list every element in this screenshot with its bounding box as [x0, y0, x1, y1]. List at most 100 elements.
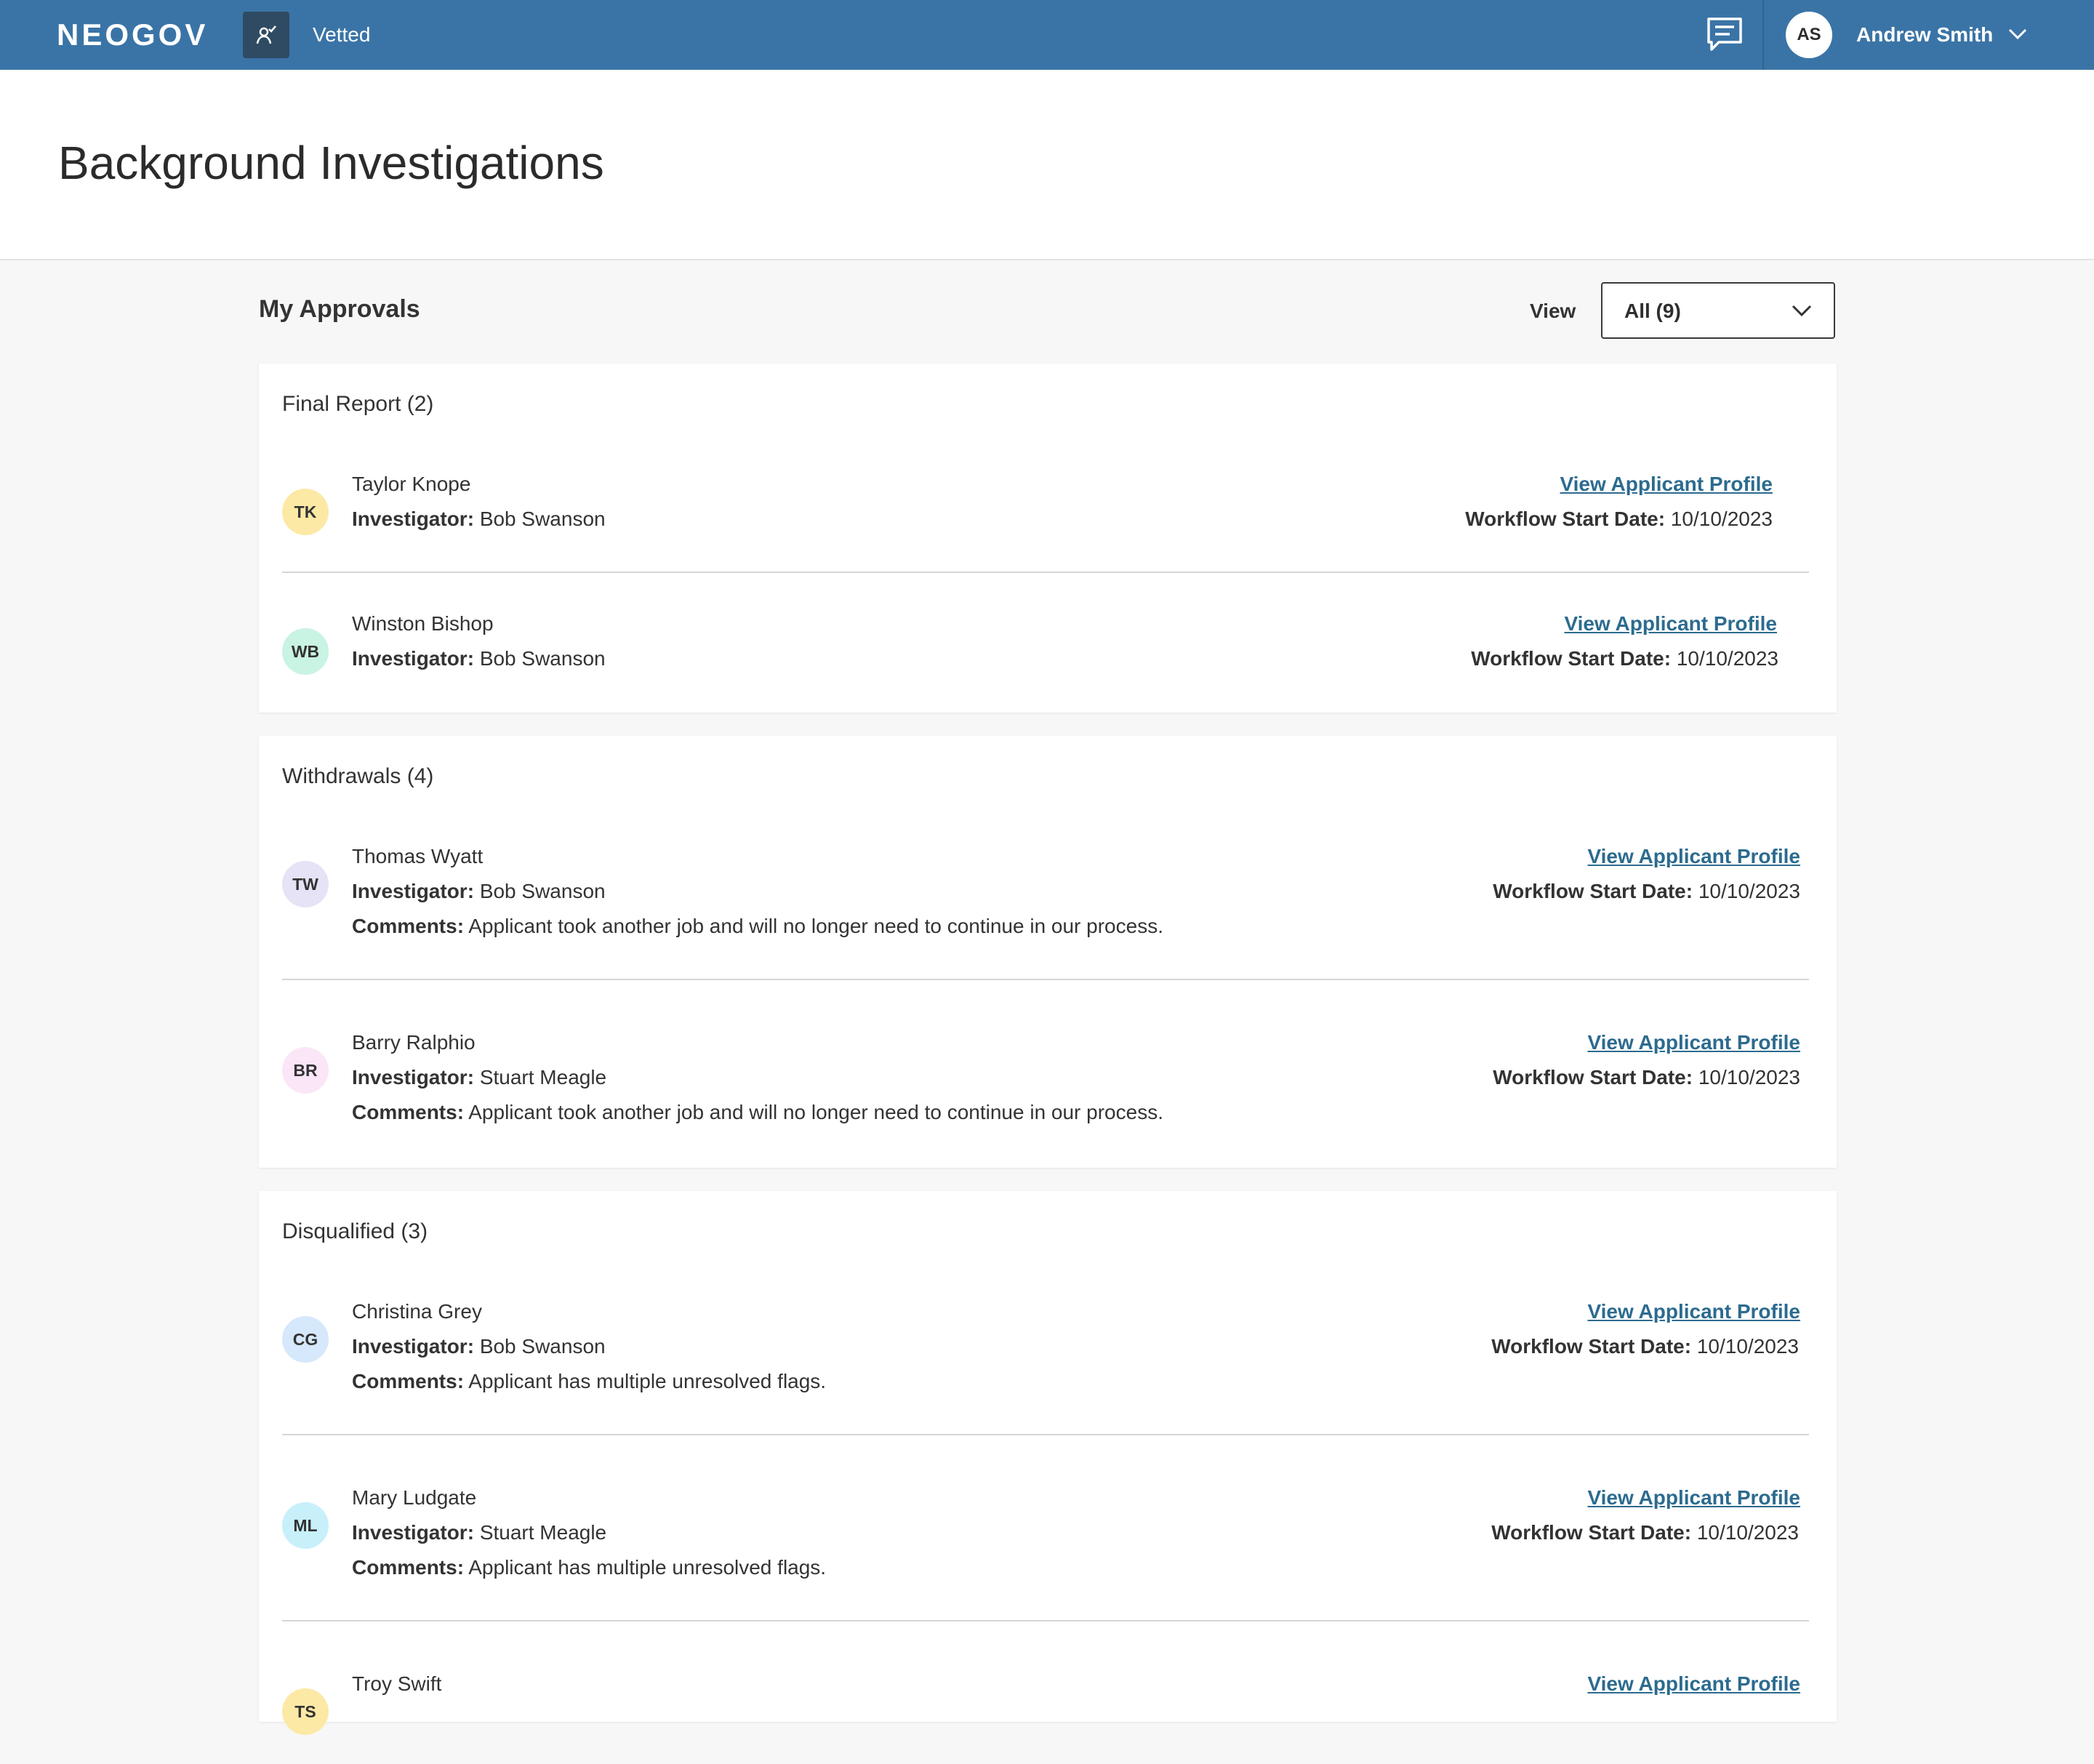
workflow-start-value: 10/10/2023	[1676, 647, 1778, 670]
list-item: TS Troy Swift View Applicant Profile	[259, 1669, 1837, 1764]
comments-label: Comments:	[352, 915, 465, 937]
applicant-avatar: TW	[282, 861, 329, 907]
neogov-logo[interactable]: NEOGOV	[57, 16, 208, 54]
applicant-name: Mary Ludgate	[352, 1486, 477, 1509]
item-divider	[282, 1620, 1809, 1621]
investigator-line: Investigator: Bob Swanson	[352, 1332, 606, 1361]
workflow-start-date: Workflow Start Date: 10/10/2023	[1491, 1332, 1799, 1361]
section-title: My Approvals	[259, 295, 420, 323]
comments-line: Comments: Applicant has multiple unresol…	[352, 1367, 826, 1396]
workflow-start-date: Workflow Start Date: 10/10/2023	[1491, 1518, 1799, 1547]
comments-text: Applicant took another job and will no l…	[468, 1101, 1163, 1123]
list-item: TK Taylor Knope Investigator: Bob Swanso…	[259, 470, 1837, 542]
view-applicant-profile-link[interactable]: View Applicant Profile	[1587, 842, 1800, 871]
user-menu-name[interactable]: Andrew Smith	[1856, 20, 1993, 49]
comments-text: Applicant has multiple unresolved flags.	[468, 1556, 827, 1579]
group-title: Final Report (2)	[282, 392, 434, 416]
item-divider	[282, 1434, 1809, 1435]
workflow-start-date: Workflow Start Date: 10/10/2023	[1471, 644, 1778, 673]
view-filter-select[interactable]: All (9)	[1601, 282, 1835, 339]
chat-icon[interactable]	[1706, 16, 1744, 54]
item-divider	[282, 979, 1809, 980]
chevron-down-icon[interactable]	[2008, 26, 2027, 46]
group-card-final-report: Final Report (2) TK Taylor Knope Investi…	[259, 364, 1837, 713]
page-title: Background Investigations	[58, 137, 604, 189]
applicant-avatar: CG	[282, 1316, 329, 1363]
group-title: Disqualified (3)	[282, 1219, 428, 1243]
workflow-start-date: Workflow Start Date: 10/10/2023	[1493, 877, 1800, 906]
view-applicant-profile-link[interactable]: View Applicant Profile	[1564, 609, 1777, 638]
applicant-avatar: TK	[282, 489, 329, 535]
item-divider	[282, 572, 1809, 573]
comments-label: Comments:	[352, 1370, 465, 1392]
investigator-name: Stuart Meagle	[479, 1066, 607, 1089]
investigator-name: Bob Swanson	[479, 508, 606, 530]
investigator-line: Investigator: Stuart Meagle	[352, 1063, 606, 1092]
group-card-disqualified: Disqualified (3) CG Christina Grey Inves…	[259, 1191, 1837, 1735]
applicant-name: Thomas Wyatt	[352, 845, 484, 867]
applicant-name: Winston Bishop	[352, 612, 494, 635]
applicant-name: Barry Ralphio	[352, 1031, 476, 1054]
comments-label: Comments:	[352, 1101, 465, 1123]
investigator-label: Investigator:	[352, 1066, 475, 1089]
view-applicant-profile-link[interactable]: View Applicant Profile	[1587, 1669, 1800, 1699]
workflow-start-value: 10/10/2023	[1698, 880, 1800, 902]
topbar-divider	[1762, 0, 1764, 70]
view-applicant-profile-link[interactable]: View Applicant Profile	[1560, 470, 1773, 499]
applicant-name: Taylor Knope	[352, 473, 471, 495]
workflow-start-label: Workflow Start Date:	[1493, 880, 1693, 902]
view-filter-value: All (9)	[1624, 300, 1681, 322]
investigator-name: Bob Swanson	[479, 647, 606, 670]
list-item: WB Winston Bishop Investigator: Bob Swan…	[259, 609, 1837, 682]
investigator-line: Investigator: Bob Swanson	[352, 877, 606, 906]
workflow-start-value: 10/10/2023	[1696, 1335, 1799, 1358]
applicant-avatar: TS	[282, 1688, 329, 1735]
workflow-start-date: Workflow Start Date: 10/10/2023	[1493, 1063, 1800, 1092]
list-item: TW Thomas Wyatt Investigator: Bob Swanso…	[259, 842, 1837, 937]
page-header: Background Investigations	[0, 70, 2094, 260]
view-applicant-profile-link[interactable]: View Applicant Profile	[1587, 1483, 1800, 1512]
workflow-start-label: Workflow Start Date:	[1471, 647, 1672, 670]
comments-text: Applicant took another job and will no l…	[468, 915, 1163, 937]
applicant-name: Christina Grey	[352, 1300, 482, 1323]
app-name: Vetted	[313, 23, 371, 46]
comments-label: Comments:	[352, 1556, 465, 1579]
person-check-icon	[256, 25, 276, 44]
investigator-label: Investigator:	[352, 880, 475, 902]
workflow-start-label: Workflow Start Date:	[1491, 1521, 1692, 1544]
investigator-name: Bob Swanson	[479, 1335, 606, 1358]
list-item: BR Barry Ralphio Investigator: Stuart Me…	[259, 1028, 1837, 1123]
investigator-label: Investigator:	[352, 1335, 475, 1358]
applicant-name: Troy Swift	[352, 1672, 442, 1695]
investigator-line: Investigator: Bob Swanson	[352, 505, 606, 534]
view-filter-label: View	[1530, 300, 1576, 322]
list-item: CG Christina Grey Investigator: Bob Swan…	[259, 1297, 1837, 1392]
workflow-start-label: Workflow Start Date:	[1465, 508, 1666, 530]
workflow-start-value: 10/10/2023	[1698, 1066, 1800, 1089]
list-item: ML Mary Ludgate Investigator: Stuart Mea…	[259, 1483, 1837, 1579]
workflow-start-label: Workflow Start Date:	[1491, 1335, 1692, 1358]
investigator-name: Bob Swanson	[479, 880, 606, 902]
investigator-label: Investigator:	[352, 647, 475, 670]
applicant-avatar: BR	[282, 1047, 329, 1094]
investigator-line: Investigator: Stuart Meagle	[352, 1518, 606, 1547]
view-applicant-profile-link[interactable]: View Applicant Profile	[1587, 1028, 1800, 1057]
comments-line: Comments: Applicant took another job and…	[352, 1098, 1163, 1127]
vetted-app-icon[interactable]	[243, 12, 289, 58]
view-applicant-profile-link[interactable]: View Applicant Profile	[1587, 1297, 1800, 1326]
workflow-start-value: 10/10/2023	[1670, 508, 1773, 530]
investigator-line: Investigator: Bob Swanson	[352, 644, 606, 673]
investigator-name: Stuart Meagle	[479, 1521, 607, 1544]
comments-line: Comments: Applicant took another job and…	[352, 912, 1163, 941]
workflow-start-date: Workflow Start Date: 10/10/2023	[1465, 505, 1773, 534]
group-title: Withdrawals (4)	[282, 764, 434, 788]
workflow-start-value: 10/10/2023	[1696, 1521, 1799, 1544]
user-avatar[interactable]: AS	[1786, 12, 1832, 58]
group-card-withdrawals: Withdrawals (4) TW Thomas Wyatt Investig…	[259, 736, 1837, 1168]
applicant-avatar: ML	[282, 1502, 329, 1549]
investigator-label: Investigator:	[352, 1521, 475, 1544]
applicant-avatar: WB	[282, 628, 329, 675]
chevron-down-icon	[1792, 305, 1812, 317]
comments-text: Applicant has multiple unresolved flags.	[468, 1370, 827, 1392]
comments-line: Comments: Applicant has multiple unresol…	[352, 1553, 826, 1582]
